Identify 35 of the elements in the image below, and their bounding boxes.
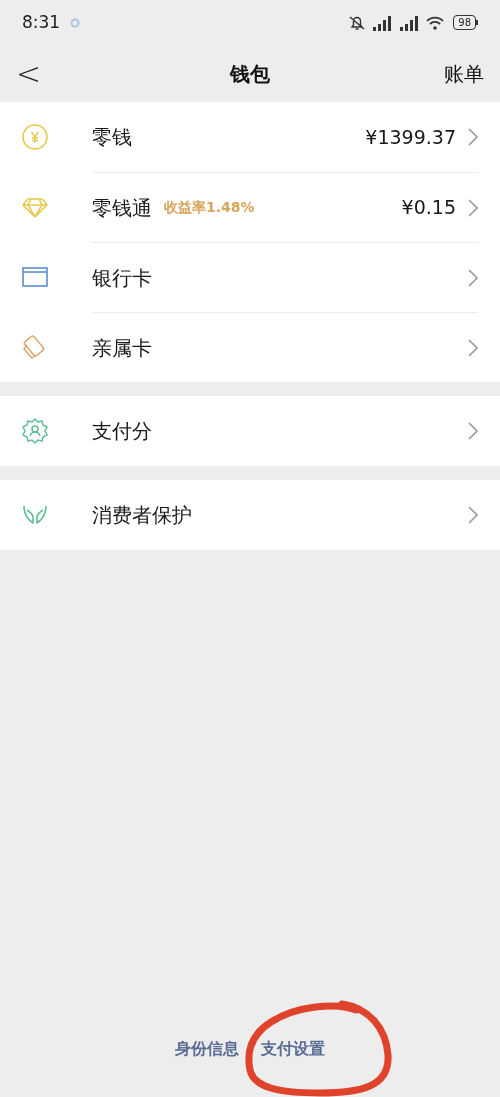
item-label: 亲属卡 [92,334,152,362]
list-item[interactable]: 零钱 ¥1399.37 [0,102,500,172]
chevron-right-icon [468,338,478,357]
list-item[interactable]: 亲属卡 [0,312,500,382]
item-label: 支付分 [92,418,152,445]
chevron-right-icon [468,506,478,524]
item-value: ¥0.15 [401,195,456,221]
bill-button[interactable]: 账单 [444,58,484,89]
wifi-icon [425,14,446,31]
coin-icon [21,123,49,151]
item-value: ¥1399.37 [365,124,456,150]
item-label: 零钱通 [92,194,152,222]
back-button[interactable]: < [16,58,46,89]
page-title: 钱包 [230,60,270,88]
notification-dot-icon [70,17,81,28]
muted-bell-icon [348,14,367,31]
footer-link[interactable]: 身份信息 [175,1037,239,1061]
item-label: 零钱 [92,124,132,151]
list-item[interactable]: 消费者保护 [0,480,500,550]
item-label: 消费者保护 [92,502,192,529]
chevron-right-icon [468,268,478,287]
signal-icon [371,14,394,31]
yield-rate: 收益率1.48% [164,198,255,217]
item-label: 银行卡 [92,264,152,292]
battery-indicator: 98 [453,15,478,30]
footer-link[interactable]: 支付设置 [261,1037,325,1061]
chevron-right-icon [468,198,478,217]
chevron-right-icon [468,128,478,146]
list-item[interactable]: 零钱通 收益率1.48% ¥0.15 [0,172,500,242]
status-time: 8:31 [22,10,61,34]
badge-person-icon [21,417,49,445]
chevron-right-icon [468,422,478,440]
list-item[interactable]: 支付分 [0,396,500,466]
list-item[interactable]: 银行卡 [0,242,500,312]
signal-icon [398,14,421,31]
